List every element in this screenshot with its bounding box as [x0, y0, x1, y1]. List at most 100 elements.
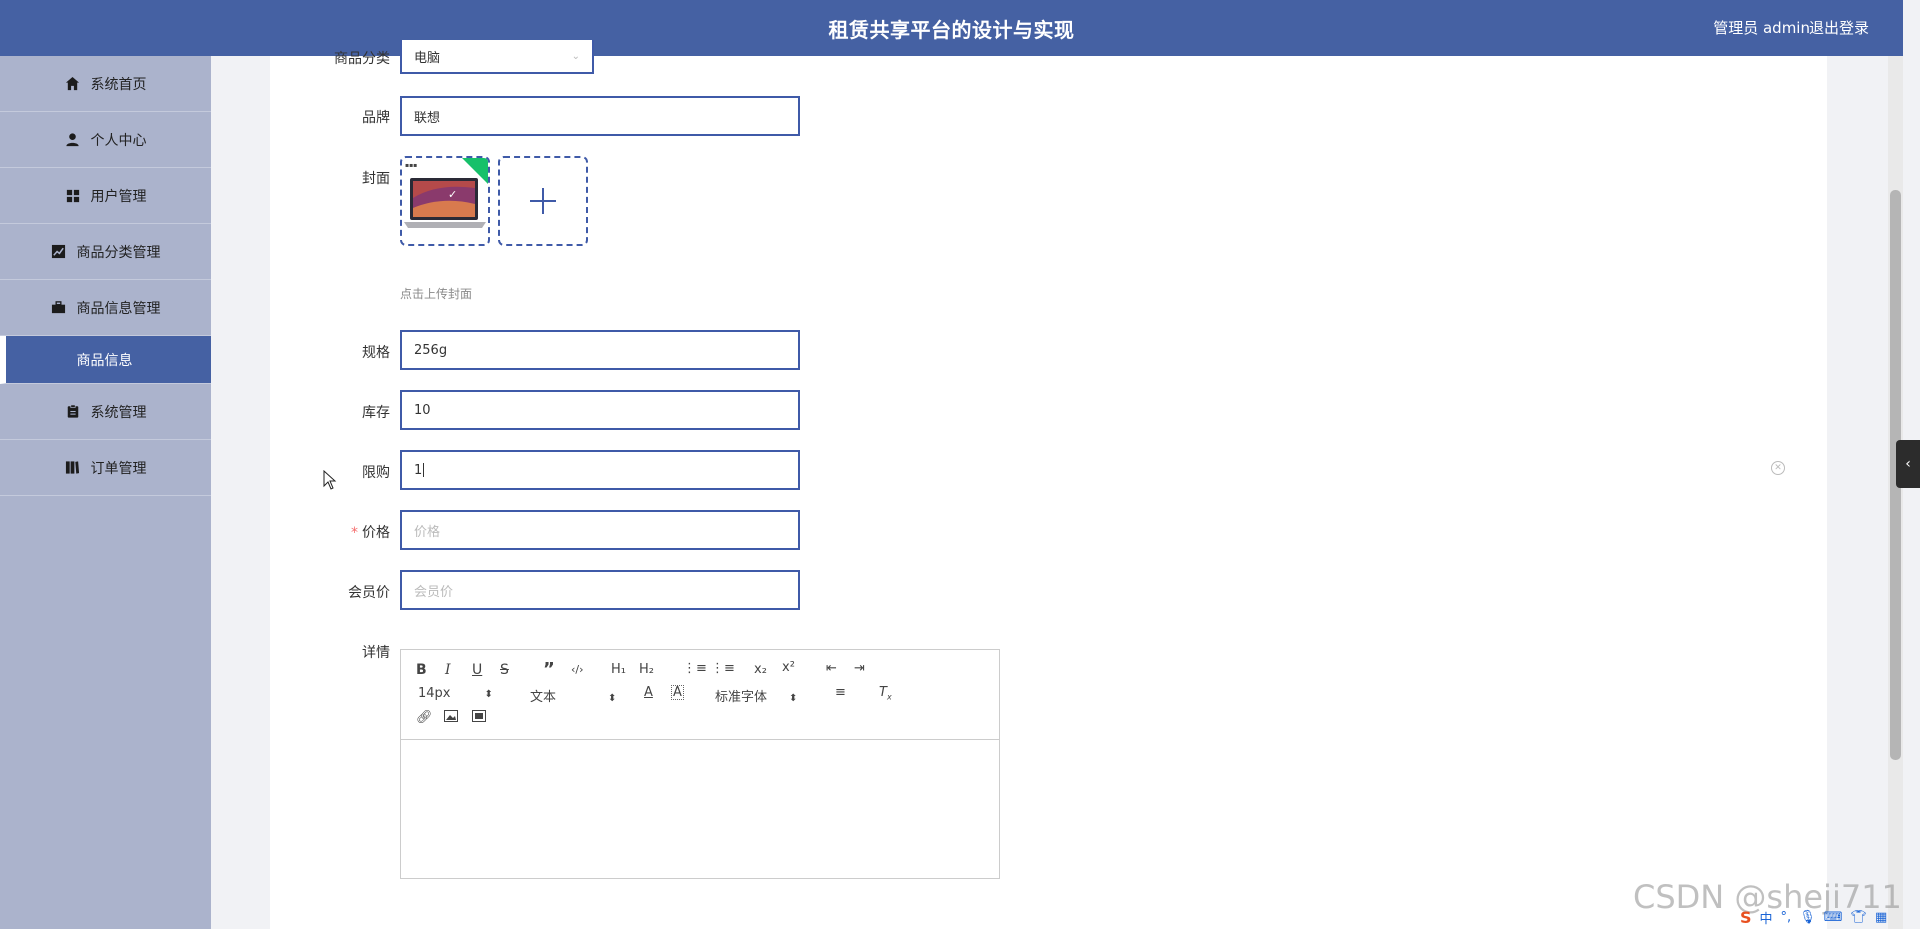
- font-color-button[interactable]: A: [644, 685, 653, 700]
- stock-value: 10: [414, 402, 431, 418]
- detail-label: 详情: [362, 645, 390, 661]
- sidebar-item-orders[interactable]: 订单管理: [0, 440, 211, 496]
- image-icon[interactable]: [444, 710, 458, 726]
- cover-label: 封面: [362, 171, 390, 187]
- limit-value: 1: [414, 462, 423, 478]
- cover-upload-button[interactable]: [498, 156, 588, 246]
- brand-value: 联想: [414, 110, 441, 126]
- collapse-panel-button[interactable]: ‹: [1896, 440, 1920, 488]
- clean-format-button[interactable]: Tx: [879, 685, 892, 702]
- category-value: 电脑: [414, 50, 441, 66]
- ime-language[interactable]: 中: [1760, 908, 1773, 927]
- category-select[interactable]: 电脑 ⌄: [400, 40, 594, 74]
- indent-button[interactable]: ⇥: [854, 661, 865, 676]
- sidebar-item-label: 商品信息: [76, 352, 133, 369]
- sidebar-item-goods-info[interactable]: 商品信息: [0, 336, 211, 384]
- ordered-list-button[interactable]: ⋮≡: [683, 661, 707, 676]
- blockquote-button[interactable]: ”: [543, 659, 555, 680]
- user-icon: [65, 132, 81, 148]
- h1-button[interactable]: H₁: [611, 662, 626, 677]
- text-cursor: [423, 463, 425, 477]
- subscript-button[interactable]: x₂: [754, 662, 767, 677]
- category-label: 商品分类: [334, 51, 390, 67]
- sidebar-item-label: 个人中心: [90, 132, 147, 149]
- briefcase-icon: [51, 300, 67, 316]
- sidebar-item-category[interactable]: 商品分类管理: [0, 224, 211, 280]
- align-button[interactable]: ≡: [835, 685, 846, 700]
- outdent-button[interactable]: ⇤: [826, 661, 837, 676]
- italic-button[interactable]: I: [445, 662, 451, 678]
- sidebar-item-goods[interactable]: 商品信息管理: [0, 280, 211, 336]
- sidebar: 系统首页 个人中心 用户管理 商品分类管理 商品信息管理 商品信息 系统管理 订…: [0, 56, 211, 929]
- toolbox-icon[interactable]: ▦: [1875, 910, 1887, 925]
- microphone-icon[interactable]: 🎙︎: [1799, 910, 1816, 925]
- video-icon[interactable]: [472, 710, 486, 726]
- book-icon: [65, 460, 81, 476]
- sogou-icon[interactable]: S: [1740, 908, 1752, 927]
- chevron-down-icon: ⌄: [571, 50, 580, 62]
- punctuation-icon[interactable]: °,: [1781, 910, 1792, 925]
- h2-button[interactable]: H₂: [639, 662, 654, 677]
- strike-button[interactable]: S: [500, 662, 509, 678]
- sidebar-item-label: 商品分类管理: [76, 244, 161, 261]
- font-family-select[interactable]: 标准字体 ⬍: [715, 686, 797, 705]
- stock-label: 库存: [362, 405, 390, 421]
- updown-icon: ⬍: [484, 689, 493, 700]
- home-icon: [65, 76, 81, 92]
- brand-input[interactable]: 联想: [400, 96, 800, 136]
- svg-text:▪▪▪: ▪▪▪: [405, 162, 417, 169]
- editor-toolbar: B I U S ” ‹/› H₁ H₂ ⋮≡ ⋮≡ x₂ x² ⇤ ⇥ 14px…: [401, 650, 999, 740]
- font-size-value: 14px: [418, 686, 451, 701]
- price-label: * 价格: [351, 525, 390, 541]
- price-placeholder: 价格: [414, 524, 441, 540]
- editor-content-area[interactable]: [401, 740, 999, 879]
- background-color-button[interactable]: A: [671, 685, 684, 700]
- rich-text-editor: B I U S ” ‹/› H₁ H₂ ⋮≡ ⋮≡ x₂ x² ⇤ ⇥ 14px…: [400, 649, 1000, 879]
- sidebar-item-label: 系统管理: [90, 404, 147, 421]
- clipboard-icon: [65, 404, 81, 420]
- sidebar-item-users[interactable]: 用户管理: [0, 168, 211, 224]
- stock-input[interactable]: 10: [400, 390, 800, 430]
- limit-input[interactable]: 1: [400, 450, 800, 490]
- member-price-input[interactable]: 会员价: [400, 570, 800, 610]
- updown-icon: ⬍: [789, 693, 798, 704]
- skin-icon[interactable]: 👕︎: [1850, 910, 1867, 925]
- chevron-left-icon: ‹: [1905, 456, 1911, 472]
- app-title: 租赁共享平台的设计与实现: [828, 18, 1075, 42]
- code-button[interactable]: ‹/›: [571, 663, 584, 676]
- spec-input[interactable]: 256g: [400, 330, 800, 370]
- sidebar-item-home[interactable]: 系统首页: [0, 56, 211, 112]
- required-mark: *: [351, 525, 358, 541]
- clear-icon[interactable]: ✕: [1771, 461, 1785, 475]
- grid-icon: [65, 188, 81, 204]
- sidebar-item-system[interactable]: 系统管理: [0, 384, 211, 440]
- chart-icon: [51, 244, 67, 260]
- mouse-cursor-icon: [323, 470, 337, 490]
- spec-label: 规格: [362, 345, 390, 361]
- sidebar-item-label: 订单管理: [90, 460, 147, 477]
- link-icon[interactable]: 🔗︎: [416, 710, 433, 725]
- font-size-select[interactable]: 14px ⬍: [418, 686, 493, 701]
- member-price-label: 会员价: [348, 585, 390, 601]
- cover-thumbnail[interactable]: ▪▪▪ ✓: [400, 156, 490, 246]
- current-user: 管理员 admin: [1713, 19, 1810, 37]
- bold-button[interactable]: B: [416, 662, 427, 678]
- cover-hint: 点击上传封面: [400, 287, 473, 301]
- keyboard-icon[interactable]: ⌨︎: [1824, 910, 1843, 925]
- ime-toolbar: S 中 °, 🎙︎ ⌨︎ 👕︎ ▦: [1740, 905, 1887, 929]
- sidebar-item-profile[interactable]: 个人中心: [0, 112, 211, 168]
- updown-icon: ⬍: [608, 693, 617, 704]
- success-corner: [460, 158, 488, 186]
- font-family-value: 标准字体: [715, 690, 768, 705]
- header-value: 文本: [530, 690, 557, 705]
- header-select[interactable]: 文本 ⬍: [530, 686, 616, 705]
- superscript-button[interactable]: x²: [782, 660, 795, 675]
- spec-value: 256g: [414, 342, 448, 358]
- underline-button[interactable]: U: [472, 662, 482, 678]
- logout-link[interactable]: 退出登录: [1809, 17, 1869, 38]
- plus-icon: [530, 188, 556, 214]
- check-icon: ✓: [448, 188, 458, 201]
- price-input[interactable]: 价格: [400, 510, 800, 550]
- bullet-list-button[interactable]: ⋮≡: [711, 661, 735, 676]
- sidebar-item-label: 系统首页: [90, 76, 147, 93]
